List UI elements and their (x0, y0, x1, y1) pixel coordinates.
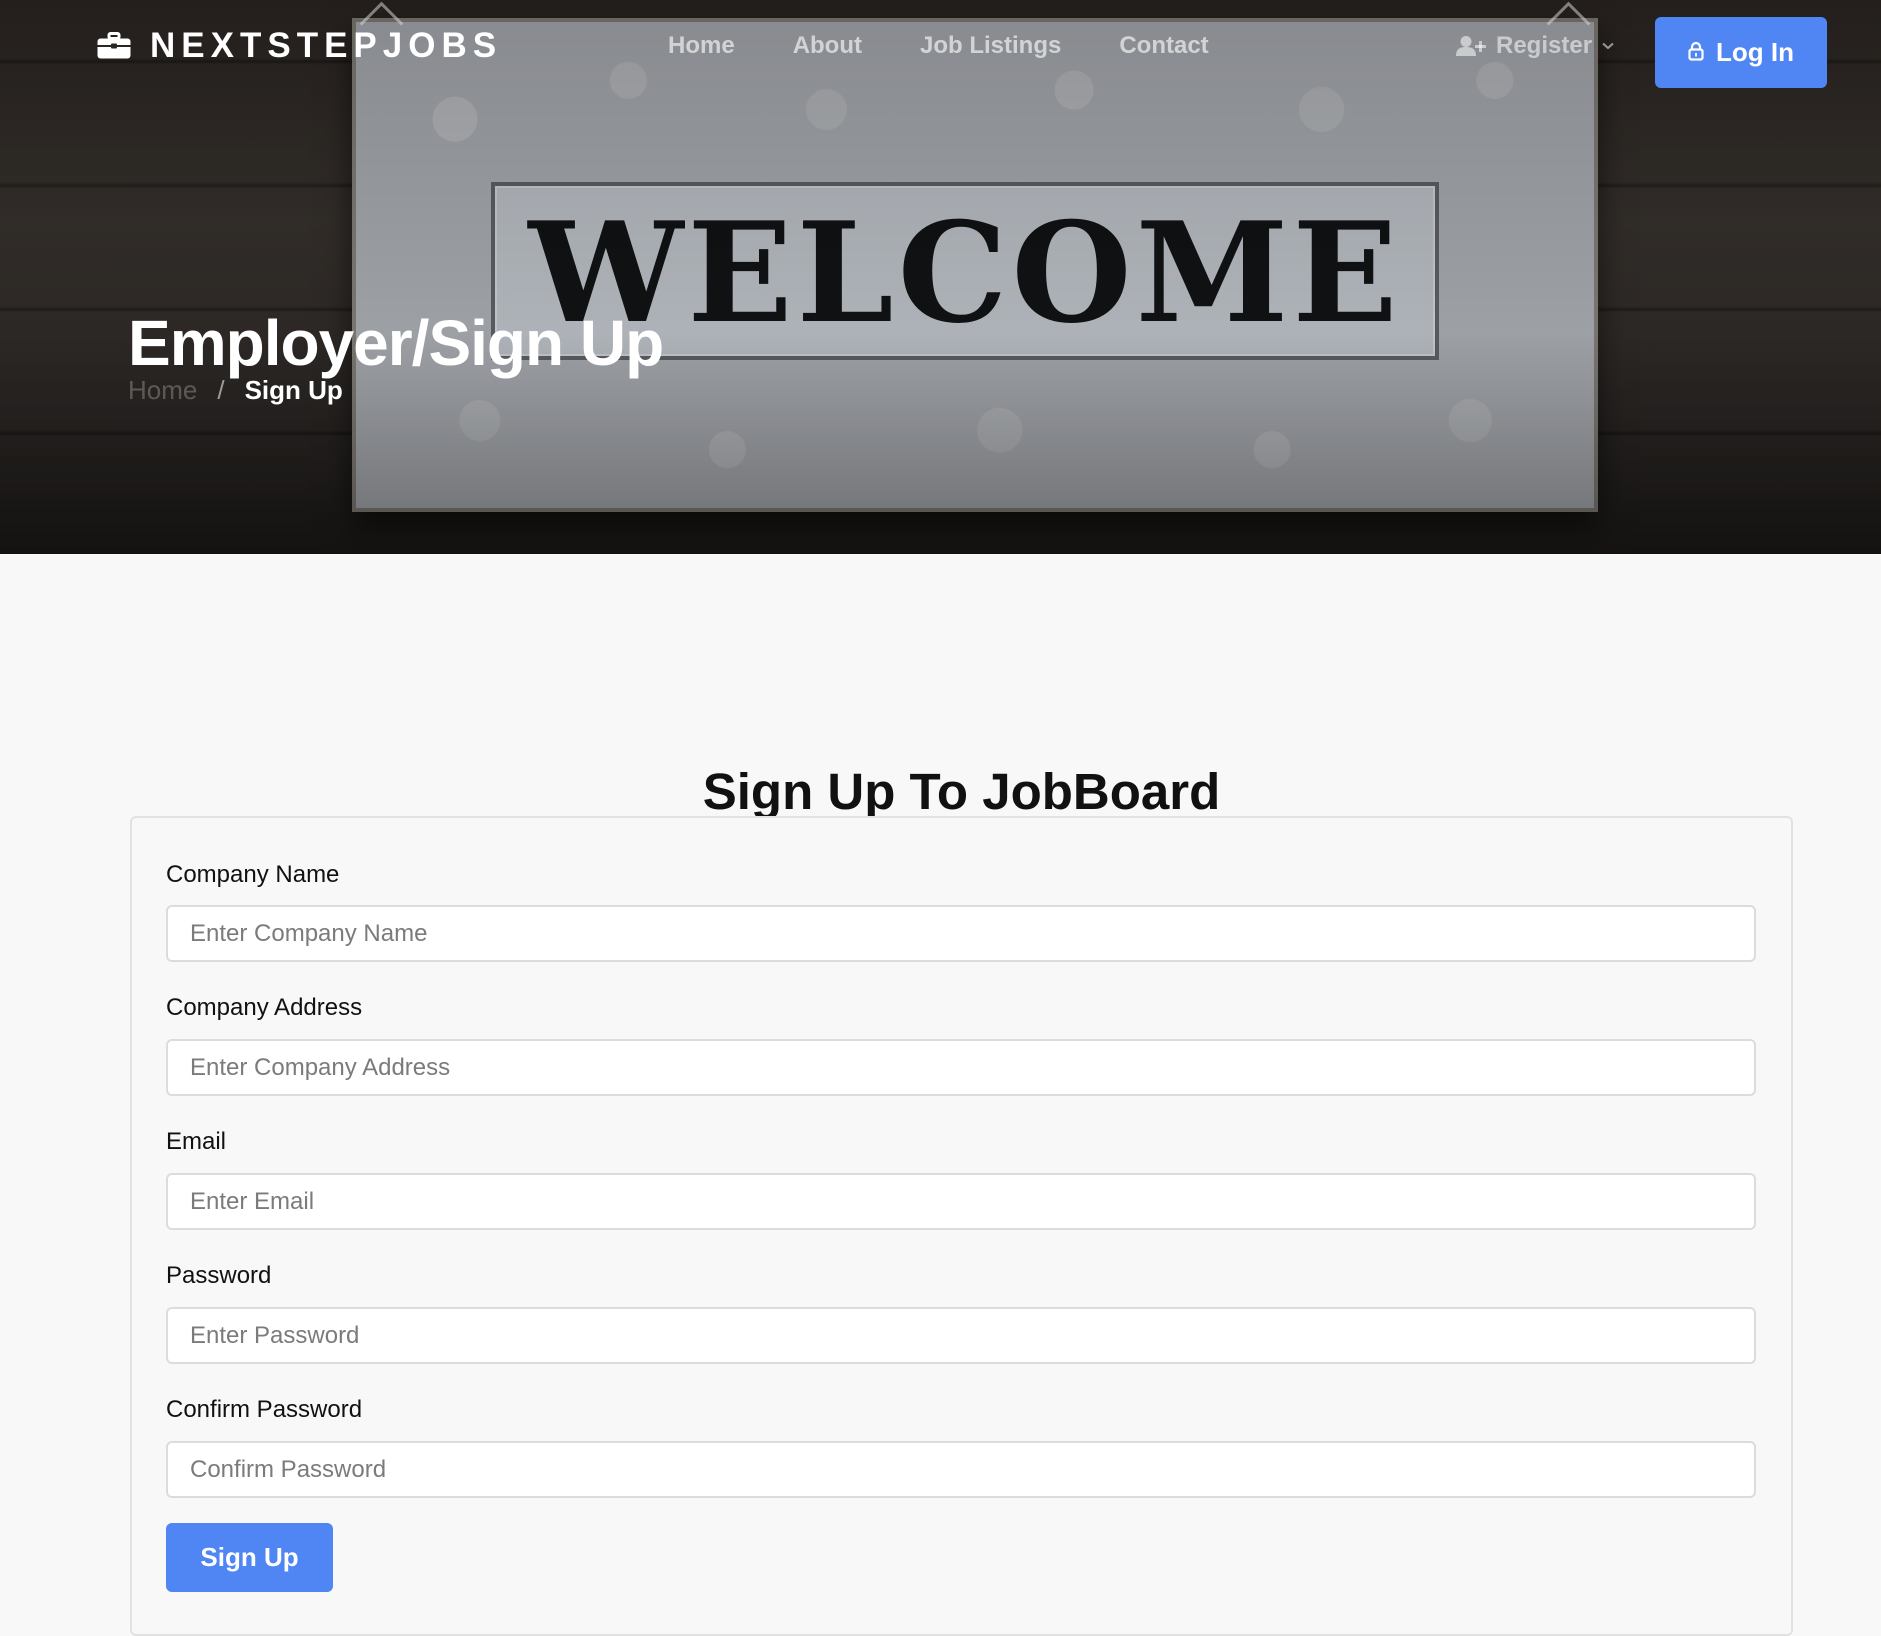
breadcrumb: Home / Sign Up (128, 377, 343, 403)
email-label: Email (166, 1128, 227, 1155)
lock-icon (1688, 37, 1704, 68)
page-title: Employer/Sign Up (128, 306, 664, 379)
login-button[interactable]: Log In (1655, 17, 1827, 88)
password-label: Password (166, 1262, 272, 1289)
nav-link-job-listings[interactable]: Job Listings (920, 34, 1061, 58)
confirm-password-label: Confirm Password (166, 1396, 363, 1423)
main-nav-links: Home About Job Listings Contact (668, 34, 1209, 58)
breadcrumb-current: Sign Up (244, 375, 343, 405)
login-label: Log In (1716, 37, 1794, 67)
company-name-label: Company Name (166, 861, 340, 888)
top-navbar: NEXTSTEPJOBS Home About Job Listings Con… (0, 0, 1881, 100)
nav-link-about[interactable]: About (793, 34, 862, 58)
chevron-down-icon (1602, 42, 1614, 50)
briefcase-icon (96, 31, 132, 60)
confirm-password-input[interactable] (166, 1441, 1756, 1498)
brand-logo[interactable]: NEXTSTEPJOBS (96, 28, 502, 63)
nav-link-home[interactable]: Home (668, 34, 735, 58)
signup-submit-button[interactable]: Sign Up (166, 1523, 333, 1592)
breadcrumb-home-link[interactable]: Home (128, 377, 197, 403)
brand-text: NEXTSTEPJOBS (150, 26, 503, 65)
hero-banner: WELCOME NEXTSTEPJOBS Home About Job List… (0, 0, 1881, 554)
nav-link-contact[interactable]: Contact (1119, 34, 1208, 58)
signup-heading: Sign Up To JobBoard (702, 763, 1221, 821)
register-label: Register (1496, 32, 1593, 59)
company-name-input[interactable] (166, 905, 1756, 962)
register-dropdown[interactable]: Register (1456, 34, 1614, 58)
breadcrumb-separator: / (217, 375, 225, 405)
email-input[interactable] (166, 1173, 1756, 1230)
company-address-input[interactable] (166, 1039, 1756, 1096)
password-input[interactable] (166, 1307, 1756, 1364)
user-plus-icon (1456, 35, 1486, 57)
company-address-label: Company Address (166, 994, 363, 1021)
